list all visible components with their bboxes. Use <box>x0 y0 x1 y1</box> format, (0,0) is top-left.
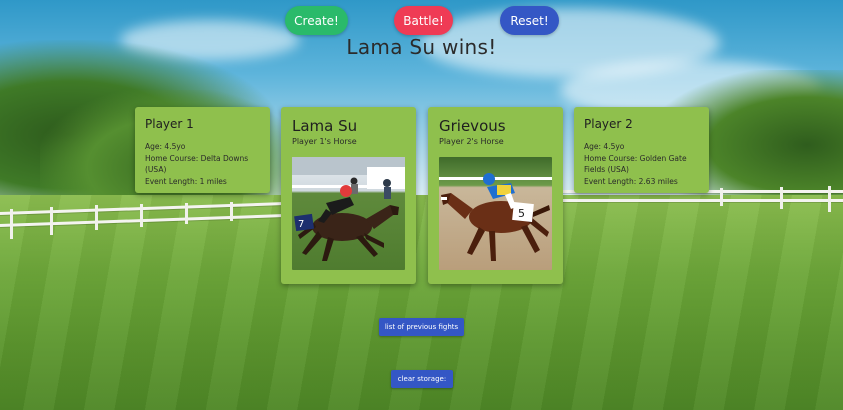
fence-post <box>50 207 53 235</box>
horse-2-card: Grievous Player 2's Horse 5 <box>428 107 563 284</box>
fence-post <box>95 205 98 230</box>
battle-result-heading: Lama Su wins! <box>346 35 497 59</box>
fence-post <box>185 203 188 224</box>
player-event-length: Event Length: 1 miles <box>145 176 227 186</box>
fence-post <box>10 209 13 239</box>
horse-2-photo: 5 <box>439 157 552 270</box>
player-title: Player 2 <box>584 117 633 131</box>
player-1-card: Player 1 Age: 4.5yo Home Course: Delta D… <box>135 107 270 193</box>
reset-button[interactable]: Reset! <box>500 6 559 35</box>
player-title: Player 1 <box>145 117 194 131</box>
horse-name: Lama Su <box>292 117 358 135</box>
player-info: Age: 4.5yo Home Course: Delta Downs (USA… <box>145 141 267 187</box>
fence-post <box>230 202 233 221</box>
racecourse-background <box>0 0 843 410</box>
clear-storage-button[interactable]: clear storage: <box>391 370 453 388</box>
saddle-number: 5 <box>518 207 525 220</box>
player-age: Age: 4.5yo <box>145 142 186 151</box>
player-home-course: Home Course: Delta Downs (USA) <box>145 153 249 175</box>
player-age: Age: 4.5yo <box>584 142 625 151</box>
fence-rail <box>560 199 843 202</box>
horse-name: Grievous <box>439 117 506 135</box>
player-info: Age: 4.5yo Home Course: Golden Gate Fiel… <box>584 141 706 187</box>
create-button[interactable]: Create! <box>285 6 348 35</box>
horse-1-photo: 7 <box>292 157 405 270</box>
horse-owner-label: Player 1's Horse <box>292 137 357 146</box>
player-event-length: Event Length: 2.63 miles <box>584 176 678 186</box>
fence-post <box>780 187 783 209</box>
horse-1-card: Lama Su Player 1's Horse 7 <box>281 107 416 284</box>
player-home-course: Home Course: Golden Gate Fields (USA) <box>584 153 687 175</box>
horse-owner-label: Player 2's Horse <box>439 137 504 146</box>
previous-fights-button[interactable]: list of previous fights <box>379 318 464 336</box>
saddle-number: 7 <box>298 219 304 230</box>
battle-button[interactable]: Battle! <box>394 6 453 35</box>
fence-post <box>828 186 831 212</box>
player-2-card: Player 2 Age: 4.5yo Home Course: Golden … <box>574 107 709 193</box>
fence-post <box>720 188 723 206</box>
fence-post <box>140 204 143 227</box>
